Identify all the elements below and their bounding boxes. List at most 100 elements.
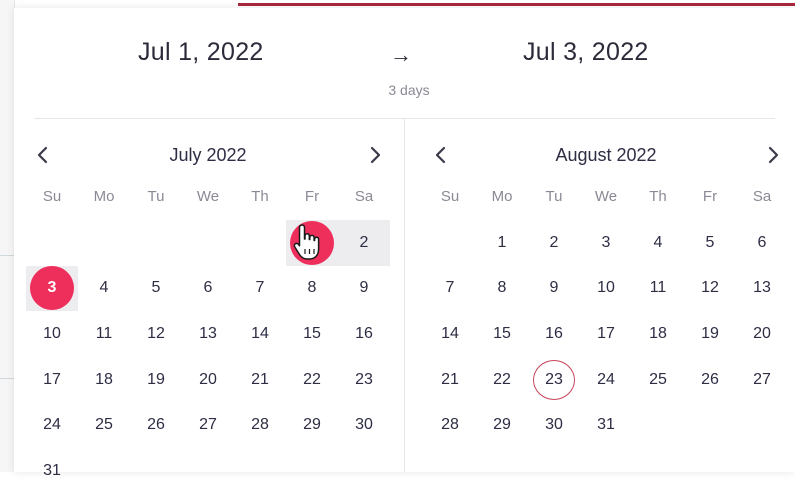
day-cell[interactable]: 30 <box>338 402 390 448</box>
day-cell[interactable]: 28 <box>424 402 476 448</box>
day-number: 25 <box>649 370 667 388</box>
day-number: 14 <box>251 324 269 342</box>
day-cell[interactable]: 10 <box>580 266 632 312</box>
day-cell[interactable]: 26 <box>130 402 182 448</box>
day-cell[interactable]: 11 <box>632 266 684 312</box>
day-cell[interactable]: 8 <box>476 266 528 312</box>
day-cell[interactable]: 9 <box>528 266 580 312</box>
day-cell[interactable]: 3 <box>26 265 78 312</box>
day-cell[interactable]: 9 <box>338 266 390 312</box>
day-cell[interactable]: 6 <box>182 266 234 312</box>
day-cell[interactable]: 21 <box>424 357 476 403</box>
day-cell[interactable]: 14 <box>424 311 476 357</box>
day-cell[interactable]: 16 <box>338 311 390 357</box>
day-cell[interactable]: 4 <box>632 220 684 266</box>
day-cell[interactable]: 18 <box>632 311 684 357</box>
next-month-button[interactable] <box>758 140 788 170</box>
day-number: 20 <box>753 324 771 342</box>
day-cell[interactable]: 11 <box>78 311 130 357</box>
day-number: 16 <box>355 324 373 342</box>
day-cell[interactable]: 19 <box>684 311 736 357</box>
day-number: 8 <box>307 279 317 297</box>
weekday-label: Sa <box>752 188 772 205</box>
day-cell[interactable]: 18 <box>78 357 130 403</box>
day-cell[interactable]: 13 <box>736 266 788 312</box>
day-cell[interactable]: 14 <box>234 311 286 357</box>
day-number: 11 <box>95 324 113 342</box>
day-cell[interactable]: 22 <box>286 357 338 403</box>
day-number: 15 <box>493 324 511 342</box>
day-cell[interactable]: 15 <box>476 311 528 357</box>
day-number: 20 <box>199 370 217 388</box>
weekday-label: We <box>594 188 618 205</box>
day-cell[interactable]: 15 <box>286 311 338 357</box>
day-cell[interactable]: 13 <box>182 311 234 357</box>
day-cell[interactable]: 16 <box>528 311 580 357</box>
day-cell[interactable]: 23 <box>528 357 580 403</box>
day-cell[interactable]: 25 <box>78 402 130 448</box>
day-number: 10 <box>597 279 615 297</box>
day-number: 3 <box>601 233 611 251</box>
day-cell[interactable]: 24 <box>580 357 632 403</box>
day-cell[interactable]: 17 <box>580 311 632 357</box>
day-cell[interactable]: 28 <box>234 402 286 448</box>
day-cell[interactable]: 30 <box>528 402 580 448</box>
day-cell[interactable]: 10 <box>26 311 78 357</box>
weekday-label: Tu <box>147 188 165 205</box>
day-cell[interactable]: 19 <box>130 357 182 403</box>
day-number: 24 <box>597 370 615 388</box>
day-cell[interactable]: 2 <box>338 220 390 266</box>
day-cell[interactable]: 12 <box>130 311 182 357</box>
day-cell[interactable]: 31 <box>26 448 78 494</box>
day-cell[interactable]: 31 <box>580 402 632 448</box>
day-cell[interactable]: 23 <box>338 357 390 403</box>
day-cell[interactable]: 7 <box>234 266 286 312</box>
day-number: 7 <box>255 279 265 297</box>
day-cell[interactable]: 12 <box>684 266 736 312</box>
range-end-date: Jul 3, 2022 <box>523 38 649 66</box>
day-number: 10 <box>43 324 61 342</box>
day-cell[interactable]: 5 <box>684 220 736 266</box>
day-cell[interactable]: 24 <box>26 402 78 448</box>
day-cell[interactable]: 7 <box>424 266 476 312</box>
day-number: 24 <box>43 416 61 434</box>
month-title: July 2022 <box>169 145 247 165</box>
next-month-button[interactable] <box>360 140 390 170</box>
day-number: 30 <box>545 416 563 434</box>
day-cell[interactable]: 2 <box>528 220 580 266</box>
day-number: 6 <box>203 279 213 297</box>
day-number: 21 <box>251 370 269 388</box>
day-cell[interactable]: 27 <box>182 402 234 448</box>
day-cell[interactable]: 6 <box>736 220 788 266</box>
day-cell[interactable]: 26 <box>684 357 736 403</box>
day-cell[interactable]: 3 <box>580 220 632 266</box>
day-cell[interactable]: 22 <box>476 357 528 403</box>
month-title: August 2022 <box>555 145 657 165</box>
day-number: 14 <box>441 324 459 342</box>
day-number: 9 <box>549 279 559 297</box>
day-cell[interactable]: 27 <box>736 357 788 403</box>
day-cell[interactable]: 25 <box>632 357 684 403</box>
weekday-label: We <box>196 188 220 205</box>
day-cell[interactable]: 1 <box>476 220 528 266</box>
day-number: 19 <box>701 324 719 342</box>
day-cell[interactable]: 20 <box>182 357 234 403</box>
weekday-label: Fr <box>702 188 718 205</box>
day-number: 1 <box>290 220 334 265</box>
day-cell[interactable]: 5 <box>130 266 182 312</box>
day-number: 16 <box>545 324 563 342</box>
day-cell[interactable]: 8 <box>286 266 338 312</box>
day-number: 4 <box>653 233 663 251</box>
day-cell[interactable]: 17 <box>26 357 78 403</box>
day-cell[interactable]: 4 <box>78 266 130 312</box>
day-cell[interactable]: 20 <box>736 311 788 357</box>
day-cell[interactable]: 21 <box>234 357 286 403</box>
day-cell-empty <box>26 220 78 266</box>
day-cell[interactable]: 29 <box>476 402 528 448</box>
weekday-label: Th <box>649 188 667 205</box>
day-cell[interactable]: 29 <box>286 402 338 448</box>
weekday-label: Th <box>251 188 269 205</box>
day-cell[interactable]: 1 <box>286 220 338 266</box>
weekday-label: Fr <box>304 188 320 205</box>
weekday-label: Su <box>440 188 460 205</box>
